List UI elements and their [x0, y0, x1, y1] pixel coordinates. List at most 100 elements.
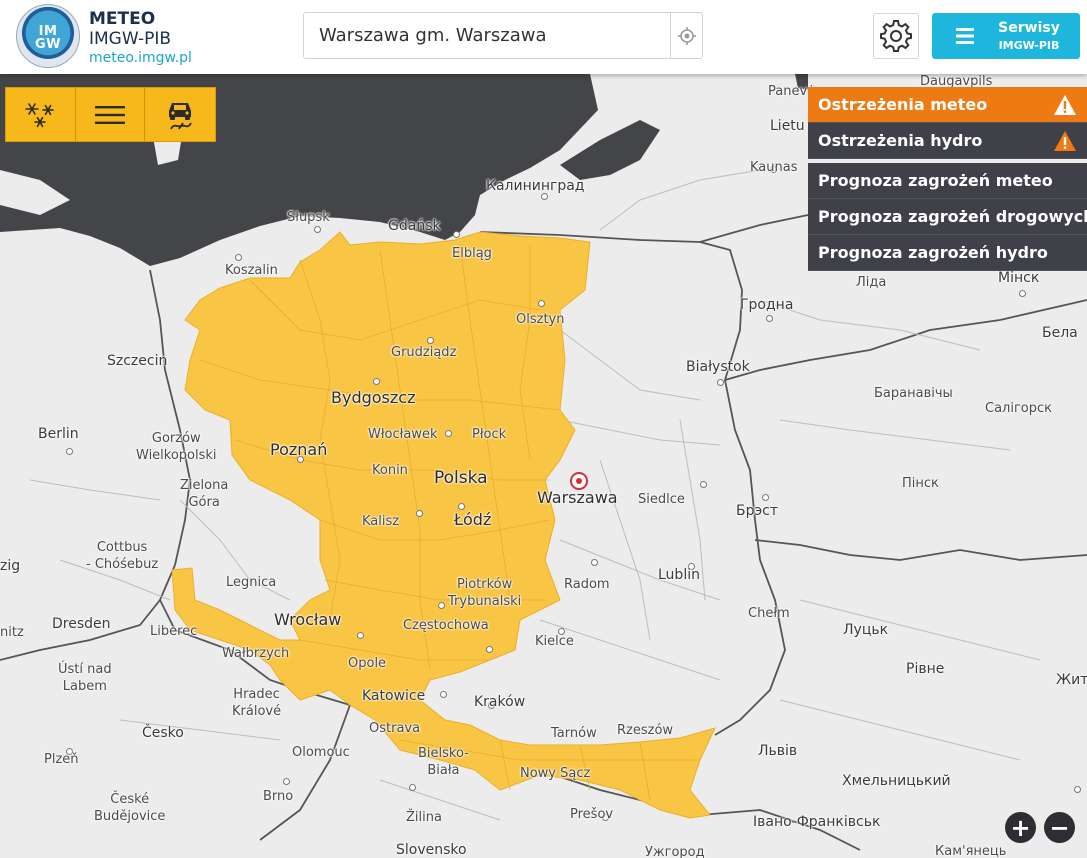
map-label-olsztyn: Olsztyn: [516, 312, 565, 327]
city-dot: [235, 254, 242, 261]
map-label-brest: Брэст: [736, 503, 779, 519]
menu-item-prognoza-meteo[interactable]: Prognoza zagrożeń meteo: [808, 163, 1087, 199]
map-label-gorzow: Gorzów Wielkopolski: [136, 431, 217, 463]
map-label-uzhhorod: Ужгород: [645, 845, 705, 858]
menu-item-label: Prognoza zagrożeń hydro: [818, 243, 1048, 262]
layer-toolbar: [5, 87, 216, 142]
map-label-konin: Konin: [372, 463, 408, 478]
city-dot: [440, 691, 447, 698]
map-label-baranavichy: Баранавічы: [874, 386, 953, 401]
map-label-grodno: Гродна: [740, 297, 794, 313]
map-label-dresden: Dresden: [52, 616, 111, 632]
brand[interactable]: METEO IMGW-PIB meteo.imgw.pl: [89, 9, 192, 67]
menu-item-ostrzezenia-hydro[interactable]: Ostrzeżenia hydro: [808, 123, 1087, 159]
zoom-in-button[interactable]: +: [1005, 812, 1036, 843]
map-label-zhy: Жит: [1056, 672, 1087, 688]
map-label-kaliningrad: Калининград: [486, 178, 585, 194]
map-label-legnica: Legnica: [226, 575, 277, 590]
zoom-out-button[interactable]: −: [1044, 812, 1075, 843]
map-label-ostrava: Ostrava: [369, 721, 421, 736]
road-layer-button[interactable]: [145, 88, 215, 141]
map-label-minsk: Мінск: [998, 270, 1040, 286]
map-label-opole: Opole: [348, 656, 387, 671]
brand-url[interactable]: meteo.imgw.pl: [89, 50, 192, 67]
map-label-chelm: Chełm: [748, 606, 790, 621]
city-dot: [1019, 290, 1026, 297]
snow-layer-button[interactable]: [6, 88, 76, 141]
city-dot: [486, 646, 493, 653]
layers-menu-button[interactable]: [76, 88, 146, 141]
map-label-koszalin: Koszalin: [225, 263, 278, 278]
city-dot: [717, 379, 724, 386]
search-input[interactable]: [304, 13, 670, 58]
city-dot: [1074, 786, 1081, 793]
map-label-gdansk: Gdańsk: [388, 218, 441, 234]
map-label-usti: Ústí nad Labem: [58, 662, 112, 694]
city-dot: [458, 503, 465, 510]
map-label-slovensko: Slovensko: [396, 842, 467, 858]
brand-subtitle: IMGW-PIB: [89, 29, 172, 49]
map-label-lietu: Lietu: [770, 118, 805, 134]
services-sublabel: IMGW-PIB: [998, 39, 1060, 52]
menu-item-label: Ostrzeżenia hydro: [818, 131, 983, 150]
map-label-wroclaw: Wrocław: [274, 610, 342, 629]
map-label-bialystok: Białystok: [686, 359, 750, 375]
menu-lines-icon: [95, 105, 125, 124]
search-box: [303, 12, 703, 59]
map-label-khmelnytskyi: Хмельницький: [842, 773, 951, 789]
locate-button[interactable]: [670, 13, 702, 58]
menu-item-label: Prognoza zagrożeń meteo: [818, 171, 1053, 190]
services-label: Serwisy: [998, 20, 1060, 36]
map-label-kalisz: Kalisz: [362, 514, 400, 529]
map-label-cottbus: Cottbus - Chóśebuz: [86, 540, 159, 572]
menu-item-prognoza-hydro[interactable]: Prognoza zagrożeń hydro: [808, 235, 1087, 271]
settings-button[interactable]: [873, 13, 919, 59]
map-label-lida: Ліда: [856, 275, 887, 290]
city-dot: [700, 481, 707, 488]
map-label-bydgoszcz: Bydgoszcz: [331, 388, 416, 407]
map-label-presov: Prešov: [570, 807, 614, 822]
warning-icon: [1054, 94, 1076, 115]
map-label-ivano: Івано-Франківськ: [753, 814, 881, 830]
map-label-tarnow: Tarnów: [551, 726, 597, 741]
city-dot: [762, 494, 769, 501]
city-dot: [373, 378, 380, 385]
city-dot: [766, 315, 773, 322]
map-label-zielona: Zielona Góra: [180, 478, 229, 510]
map-label-nitz: nitz: [0, 625, 24, 640]
map-label-grudziadz: Grudziądz: [391, 345, 457, 360]
map-label-zig: zig: [0, 558, 21, 574]
imgw-logo[interactable]: IM GW: [16, 4, 80, 68]
map-label-walbrzych: Wałbrzych: [222, 646, 290, 661]
map-label-rivne: Рівне: [906, 661, 945, 677]
map-label-bielsko: Bielsko- Biała: [418, 746, 469, 778]
brand-title: METEO: [89, 9, 156, 29]
map-label-slupsk: Słupsk: [287, 210, 330, 225]
map-label-lublin: Lublin: [658, 567, 700, 583]
map-label-warszawa: Warszawa: [537, 488, 618, 507]
crosshair-icon: [677, 26, 696, 45]
map-label-zilina: Žilina: [406, 810, 442, 825]
map-label-cesko: Česko: [142, 725, 184, 741]
map-label-plzen: Plzeň: [44, 752, 79, 767]
city-dot: [416, 510, 423, 517]
map-label-czestochowa: Częstochowa: [403, 618, 489, 633]
services-button[interactable]: Serwisy IMGW-PIB: [932, 13, 1080, 59]
map-label-bela: Бела: [1042, 325, 1078, 341]
menu-item-prognoza-drogowych[interactable]: Prognoza zagrożeń drogowych: [808, 199, 1087, 235]
menu-item-ostrzezenia-meteo[interactable]: Ostrzeżenia meteo: [808, 87, 1087, 123]
slippery-road-icon: [169, 102, 192, 129]
city-dot: [591, 559, 598, 566]
map-label-kaunas: Kaunas: [750, 160, 798, 175]
map-label-radom: Radom: [564, 577, 610, 592]
map-label-rzeszow: Rzeszów: [617, 723, 674, 738]
map-label-lodz: Łódź: [454, 510, 492, 529]
map-label-ceske: České Budějovice: [94, 792, 166, 824]
map-label-lutsk: Луцьк: [843, 622, 889, 638]
city-dot: [357, 632, 364, 639]
city-dot: [438, 602, 445, 609]
map-label-liberec: Liberec: [150, 624, 198, 639]
menu-item-label: Prognoza zagrożeń drogowych: [818, 207, 1087, 226]
map-label-hradec: Hradec Králové: [232, 687, 282, 719]
menu-item-label: Ostrzeżenia meteo: [818, 95, 988, 114]
